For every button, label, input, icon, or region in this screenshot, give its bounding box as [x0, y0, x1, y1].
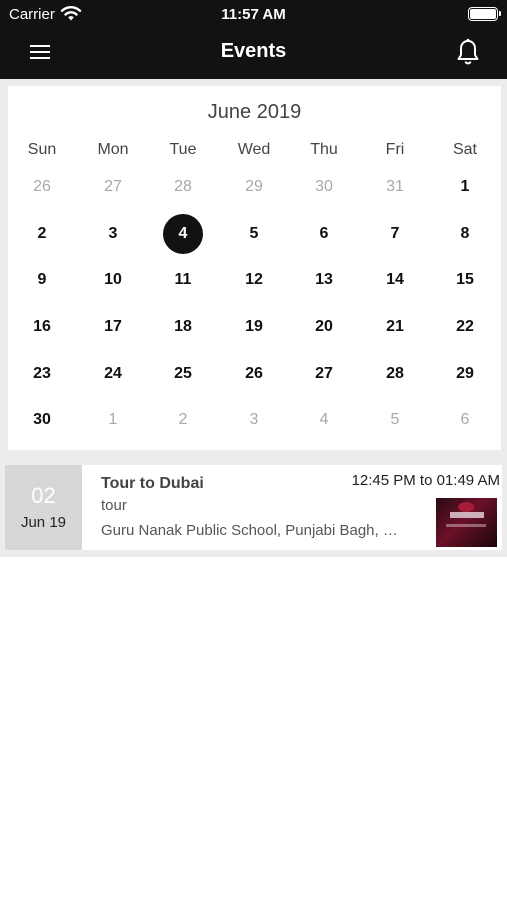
calendar-day[interactable]: 2	[163, 400, 203, 440]
calendar-day[interactable]: 13	[304, 260, 344, 300]
bell-icon[interactable]	[455, 38, 481, 66]
calendar-day[interactable]: 15	[445, 260, 485, 300]
calendar-day[interactable]: 11	[163, 260, 203, 300]
weekday-thu: Thu	[310, 141, 338, 158]
calendar-day[interactable]: 17	[93, 307, 133, 347]
weekday-fri: Fri	[385, 141, 405, 158]
calendar-day[interactable]: 16	[22, 307, 62, 347]
event-day: 02	[31, 483, 56, 508]
event-date-box: 02 Jun 19	[5, 465, 82, 550]
page-title: Events	[220, 40, 287, 62]
calendar-day[interactable]: 25	[163, 354, 203, 394]
calendar: June 2019 Sun Mon Tue Wed Thu Fri Sat 26…	[8, 86, 501, 450]
calendar-day[interactable]: 30	[22, 400, 62, 440]
top-bar: Carrier 11:57 AM Events	[0, 0, 507, 79]
calendar-day[interactable]: 31	[375, 167, 415, 207]
status-bar: Carrier 11:57 AM	[0, 0, 507, 28]
event-card[interactable]: 02 Jun 19 Tour to Dubai 12:45 PM to 01:4…	[5, 465, 502, 550]
calendar-day[interactable]: 1	[445, 167, 485, 207]
calendar-day[interactable]: 26	[22, 167, 62, 207]
event-location: Guru Nanak Public School, Punjabi Bagh, …	[101, 522, 401, 539]
calendar-day[interactable]: 29	[234, 167, 274, 207]
weekday-sun: Sun	[27, 141, 57, 158]
calendar-day[interactable]: 7	[375, 214, 415, 254]
calendar-day[interactable]: 19	[234, 307, 274, 347]
calendar-day[interactable]: 1	[93, 400, 133, 440]
calendar-month-title: June 2019	[207, 101, 302, 123]
calendar-day[interactable]: 2	[22, 214, 62, 254]
weekday-mon: Mon	[97, 141, 129, 158]
calendar-day[interactable]: 9	[22, 260, 62, 300]
event-time: 12:45 PM to 01:49 AM	[351, 472, 500, 489]
calendar-day[interactable]: 5	[375, 400, 415, 440]
calendar-day[interactable]: 3	[234, 400, 274, 440]
calendar-day[interactable]: 10	[93, 260, 133, 300]
event-thumbnail	[436, 498, 497, 547]
status-time: 11:57 AM	[221, 6, 286, 23]
calendar-day[interactable]: 3	[93, 214, 133, 254]
calendar-day-selected[interactable]: 4	[163, 214, 203, 254]
calendar-day[interactable]: 29	[445, 354, 485, 394]
calendar-day[interactable]: 22	[445, 307, 485, 347]
battery-icon	[468, 7, 501, 21]
calendar-day[interactable]: 27	[304, 354, 344, 394]
calendar-day[interactable]: 28	[163, 167, 203, 207]
calendar-day[interactable]: 28	[375, 354, 415, 394]
event-title: Tour to Dubai	[101, 475, 204, 492]
event-category: tour	[101, 497, 127, 514]
calendar-day[interactable]: 24	[93, 354, 133, 394]
calendar-day[interactable]: 21	[375, 307, 415, 347]
calendar-day[interactable]: 26	[234, 354, 274, 394]
calendar-day[interactable]: 4	[304, 400, 344, 440]
calendar-day[interactable]: 18	[163, 307, 203, 347]
nav-bar: Events	[0, 28, 507, 79]
calendar-day[interactable]: 20	[304, 307, 344, 347]
calendar-day[interactable]: 6	[304, 214, 344, 254]
calendar-day[interactable]: 23	[22, 354, 62, 394]
calendar-day[interactable]: 12	[234, 260, 274, 300]
weekday-sat: Sat	[452, 141, 477, 158]
calendar-day[interactable]: 14	[375, 260, 415, 300]
weekday-tue: Tue	[169, 141, 197, 158]
event-month-year: Jun 19	[20, 514, 67, 531]
calendar-day[interactable]: 27	[93, 167, 133, 207]
weekday-wed: Wed	[237, 141, 271, 158]
calendar-day[interactable]: 8	[445, 214, 485, 254]
calendar-day[interactable]: 30	[304, 167, 344, 207]
calendar-day[interactable]: 6	[445, 400, 485, 440]
calendar-day[interactable]: 5	[234, 214, 274, 254]
